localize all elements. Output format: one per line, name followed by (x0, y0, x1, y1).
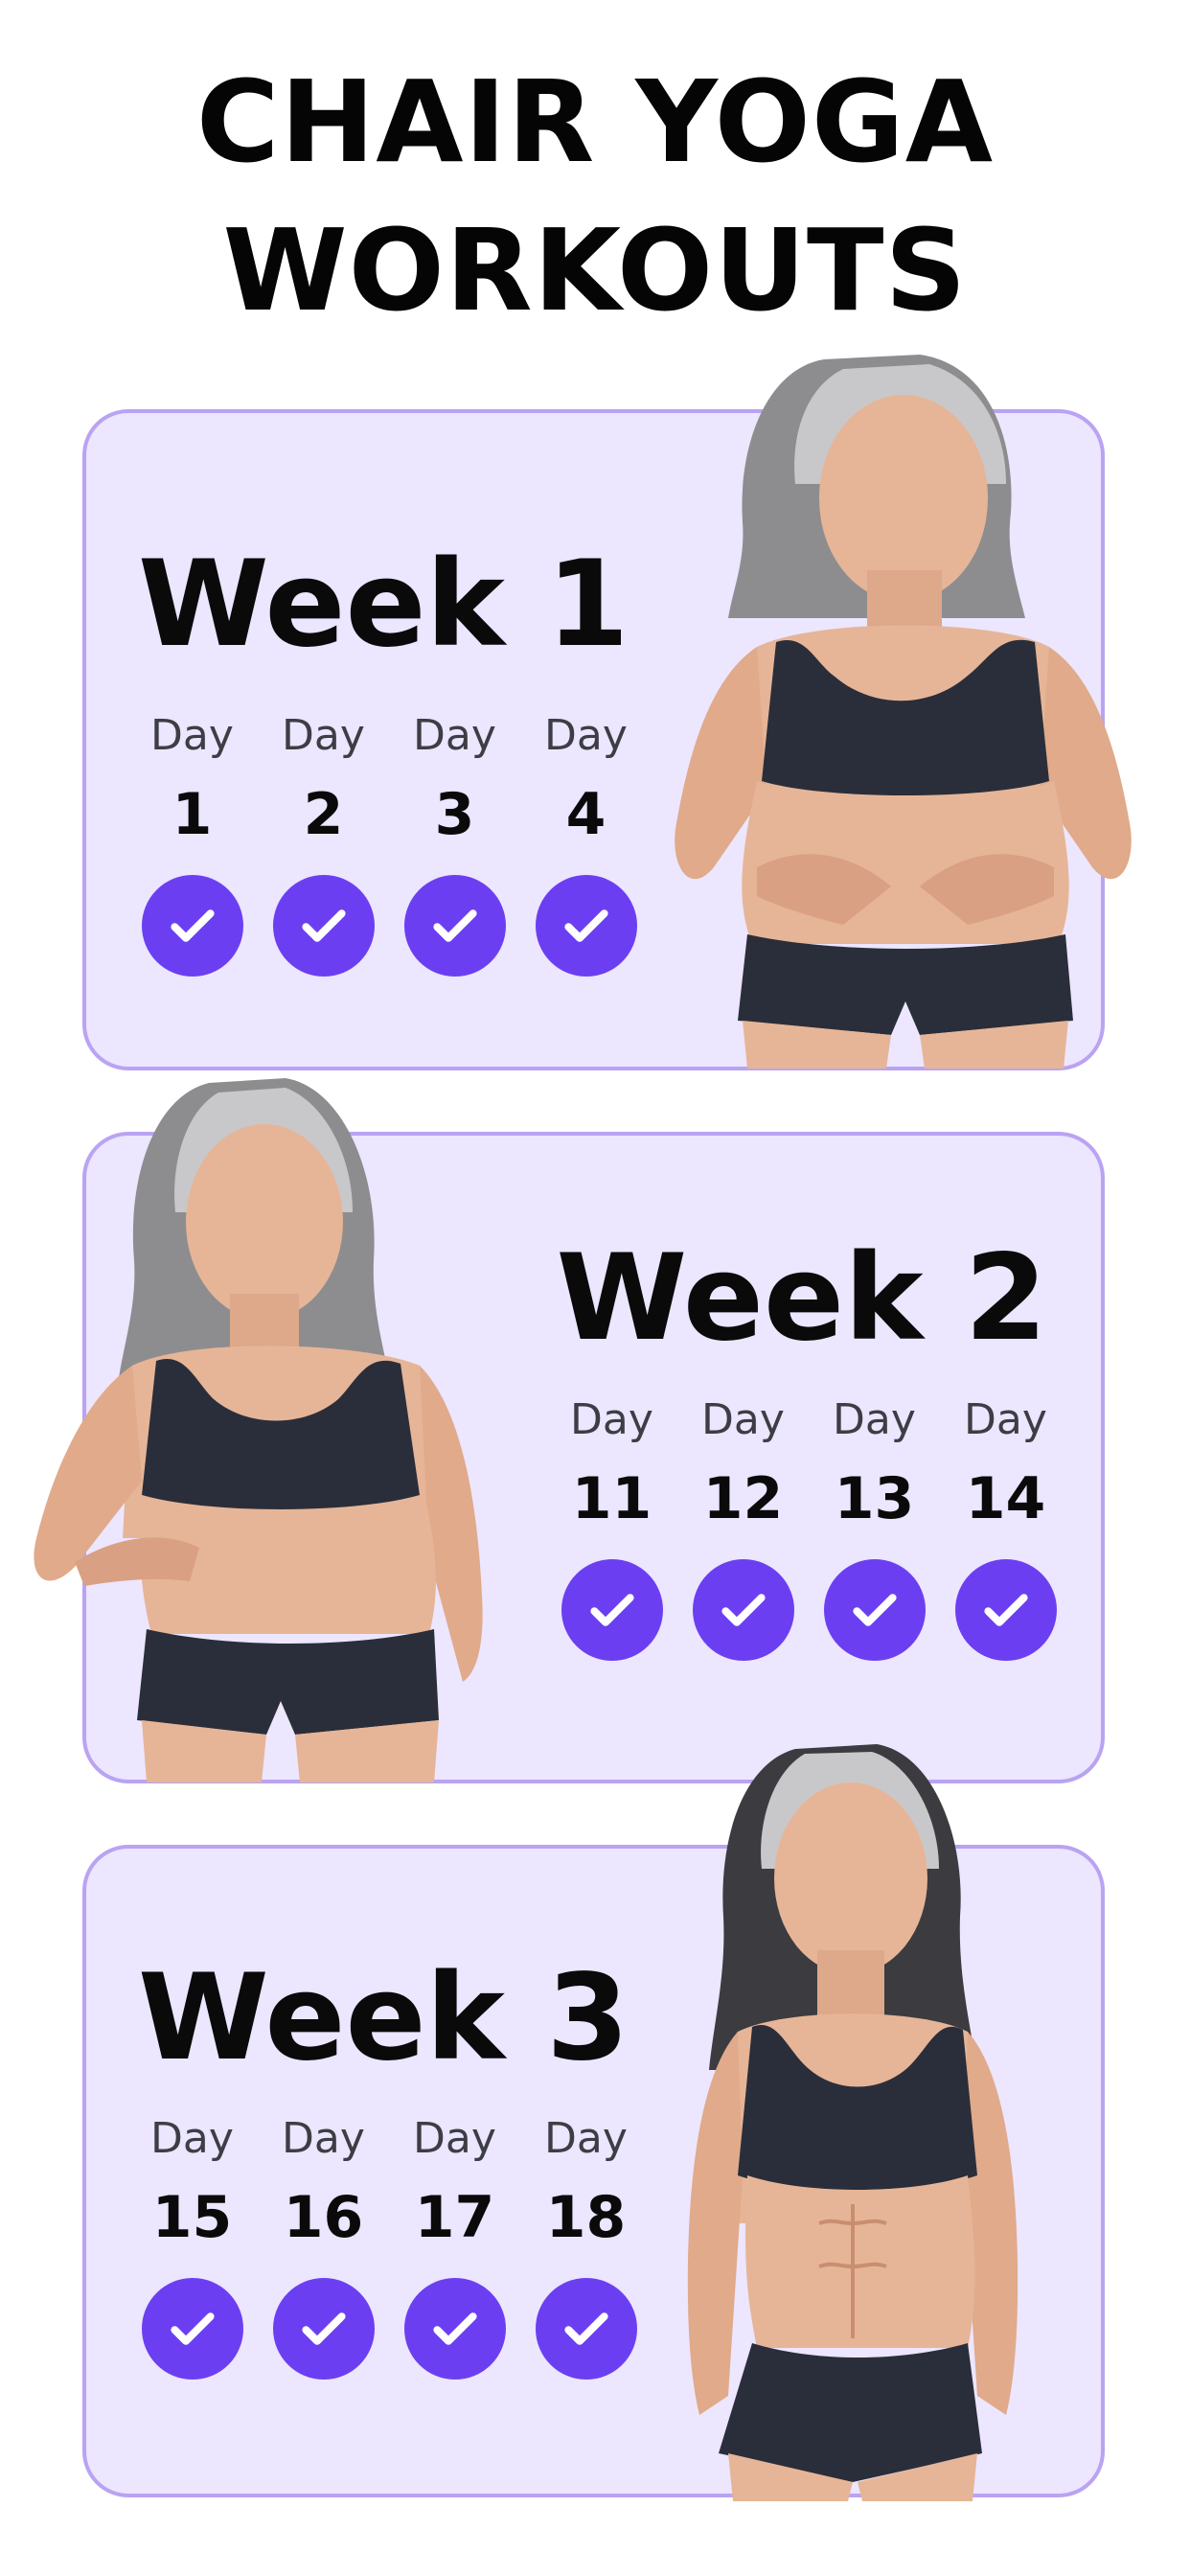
day-number: 12 (702, 1465, 784, 1532)
checkmark-icon (823, 1559, 926, 1661)
checkmark-icon (535, 875, 637, 977)
day-label: Day (150, 711, 234, 760)
day-label: Day (701, 1395, 785, 1444)
day-number: 13 (834, 1465, 915, 1532)
week-2-days: Day 11 Day 12 Day 13 Day 14 (546, 1396, 1071, 1661)
day-label: Day (413, 2114, 496, 2163)
checkmark-icon (561, 1559, 663, 1661)
week-3-title: Week 3 (138, 1949, 629, 2087)
page-title: CHAIR YOGA WORKOUTS (0, 48, 1190, 345)
day-item[interactable]: Day 13 (809, 1396, 940, 1661)
week-1-title: Week 1 (138, 536, 629, 674)
checkmark-icon (141, 2278, 243, 2380)
day-item[interactable]: Day 12 (677, 1396, 809, 1661)
day-item[interactable]: Day 11 (546, 1396, 677, 1661)
checkmark-icon (692, 1559, 794, 1661)
week-2-title: Week 2 (556, 1230, 1047, 1368)
day-number: 4 (565, 781, 606, 848)
day-item[interactable]: Day 14 (940, 1396, 1071, 1661)
day-number: 18 (545, 2184, 627, 2251)
day-label: Day (570, 1395, 653, 1444)
week-1-days: Day 1 Day 2 Day 3 Day 4 (126, 712, 652, 977)
day-label: Day (833, 1395, 916, 1444)
day-number: 16 (283, 2184, 364, 2251)
checkmark-icon (403, 875, 506, 977)
day-label: Day (544, 2114, 628, 2163)
day-number: 14 (965, 1465, 1046, 1532)
day-item[interactable]: Day 17 (389, 2115, 520, 2380)
title-line-2: WORKOUTS (222, 204, 968, 336)
day-item[interactable]: Day 15 (126, 2115, 258, 2380)
day-number: 15 (151, 2184, 233, 2251)
day-item[interactable]: Day 1 (126, 712, 258, 977)
checkmark-icon (403, 2278, 506, 2380)
checkmark-icon (954, 1559, 1057, 1661)
woman-week-1-illustration (675, 355, 1132, 1069)
day-number: 1 (172, 781, 213, 848)
title-line-1: CHAIR YOGA (195, 56, 995, 188)
checkmark-icon (272, 2278, 375, 2380)
day-number: 17 (414, 2184, 495, 2251)
woman-week-3-illustration (687, 1744, 1018, 2501)
checkmark-icon (141, 875, 243, 977)
day-label: Day (282, 2114, 365, 2163)
checkmark-icon (535, 2278, 637, 2380)
day-item[interactable]: Day 2 (258, 712, 389, 977)
day-label: Day (413, 711, 496, 760)
checkmark-icon (272, 875, 375, 977)
day-number: 11 (571, 1465, 652, 1532)
day-number: 3 (434, 781, 475, 848)
day-item[interactable]: Day 16 (258, 2115, 389, 2380)
day-label: Day (964, 1395, 1047, 1444)
week-3-days: Day 15 Day 16 Day 17 Day 18 (126, 2115, 652, 2380)
woman-week-2-illustration (34, 1078, 483, 1782)
day-item[interactable]: Day 3 (389, 712, 520, 977)
day-number: 2 (303, 781, 344, 848)
day-label: Day (544, 711, 628, 760)
day-label: Day (150, 2114, 234, 2163)
day-item[interactable]: Day 18 (520, 2115, 652, 2380)
day-label: Day (282, 711, 365, 760)
